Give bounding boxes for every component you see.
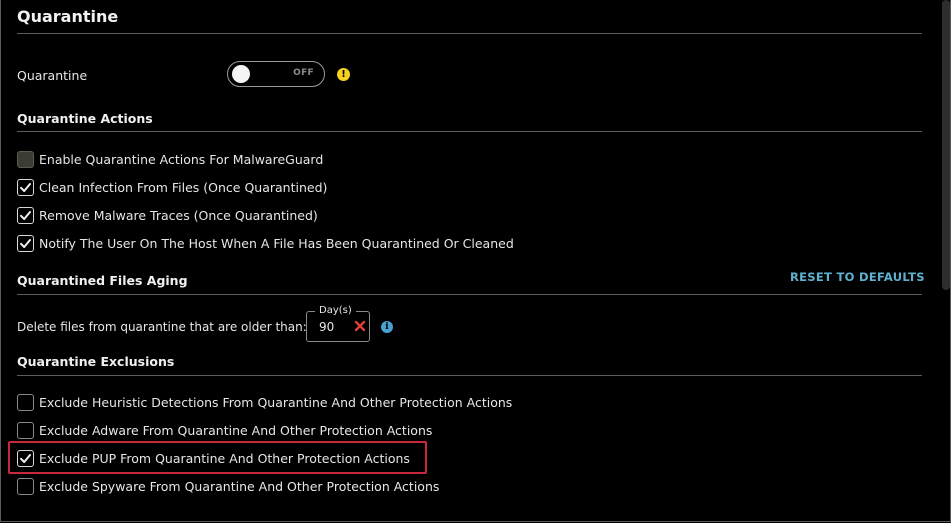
scrollbar[interactable] [942,0,950,290]
pup-highlight-box [8,441,427,474]
days-value[interactable]: 90 [319,320,334,334]
warning-icon: ! [337,68,350,81]
checkbox-remove-traces[interactable] [17,206,34,224]
check-icon [20,182,31,192]
delete-files-label: Delete files from quarantine that are ol… [17,320,307,334]
checkbox-exclude-adware[interactable] [17,421,34,439]
action-notify-user[interactable]: Notify The User On The Host When A File … [17,233,514,253]
actions-divider [17,131,922,132]
action-malwareguard[interactable]: Enable Quarantine Actions For MalwareGua… [17,149,323,169]
quarantine-toggle-label: Quarantine [17,68,88,83]
reset-to-defaults-link[interactable]: RESET TO DEFAULTS [790,270,925,284]
aging-divider [17,294,922,295]
exclusions-divider [17,375,922,376]
clear-icon[interactable] [354,320,366,332]
action-label: Clean Infection From Files (Once Quarant… [39,179,328,195]
exclusion-label: Exclude Adware From Quarantine And Other… [39,422,433,438]
title-divider [17,33,922,34]
exclusion-label: Exclude Spyware From Quarantine And Othe… [39,478,440,494]
info-icon[interactable]: i [381,321,393,333]
checkbox-clean-infection[interactable] [17,178,34,196]
checkbox-malwareguard[interactable] [17,150,34,168]
exclusion-heuristic[interactable]: Exclude Heuristic Detections From Quaran… [17,392,512,412]
files-aging-title: Quarantined Files Aging [17,273,188,288]
quarantine-exclusions-title: Quarantine Exclusions [17,354,175,369]
action-label: Enable Quarantine Actions For MalwareGua… [39,151,324,167]
action-label: Remove Malware Traces (Once Quarantined) [39,207,318,223]
checkbox-exclude-heuristic[interactable] [17,393,34,411]
page-title: Quarantine [17,7,119,26]
toggle-knob [232,65,250,83]
check-icon [20,238,31,248]
action-clean-infection[interactable]: Clean Infection From Files (Once Quarant… [17,177,327,197]
exclusion-spyware[interactable]: Exclude Spyware From Quarantine And Othe… [17,476,439,496]
check-icon [20,210,31,220]
quarantine-actions-title: Quarantine Actions [17,111,153,126]
quarantine-toggle[interactable]: OFF [227,61,325,87]
exclusion-label: Exclude Heuristic Detections From Quaran… [39,394,513,410]
action-label: Notify The User On The Host When A File … [39,235,514,251]
days-legend: Day(s) [315,305,356,316]
exclusion-adware[interactable]: Exclude Adware From Quarantine And Other… [17,420,432,440]
action-remove-traces[interactable]: Remove Malware Traces (Once Quarantined) [17,205,318,225]
checkbox-exclude-spyware[interactable] [17,477,34,495]
checkbox-notify-user[interactable] [17,234,34,252]
toggle-state-text: OFF [293,68,314,78]
